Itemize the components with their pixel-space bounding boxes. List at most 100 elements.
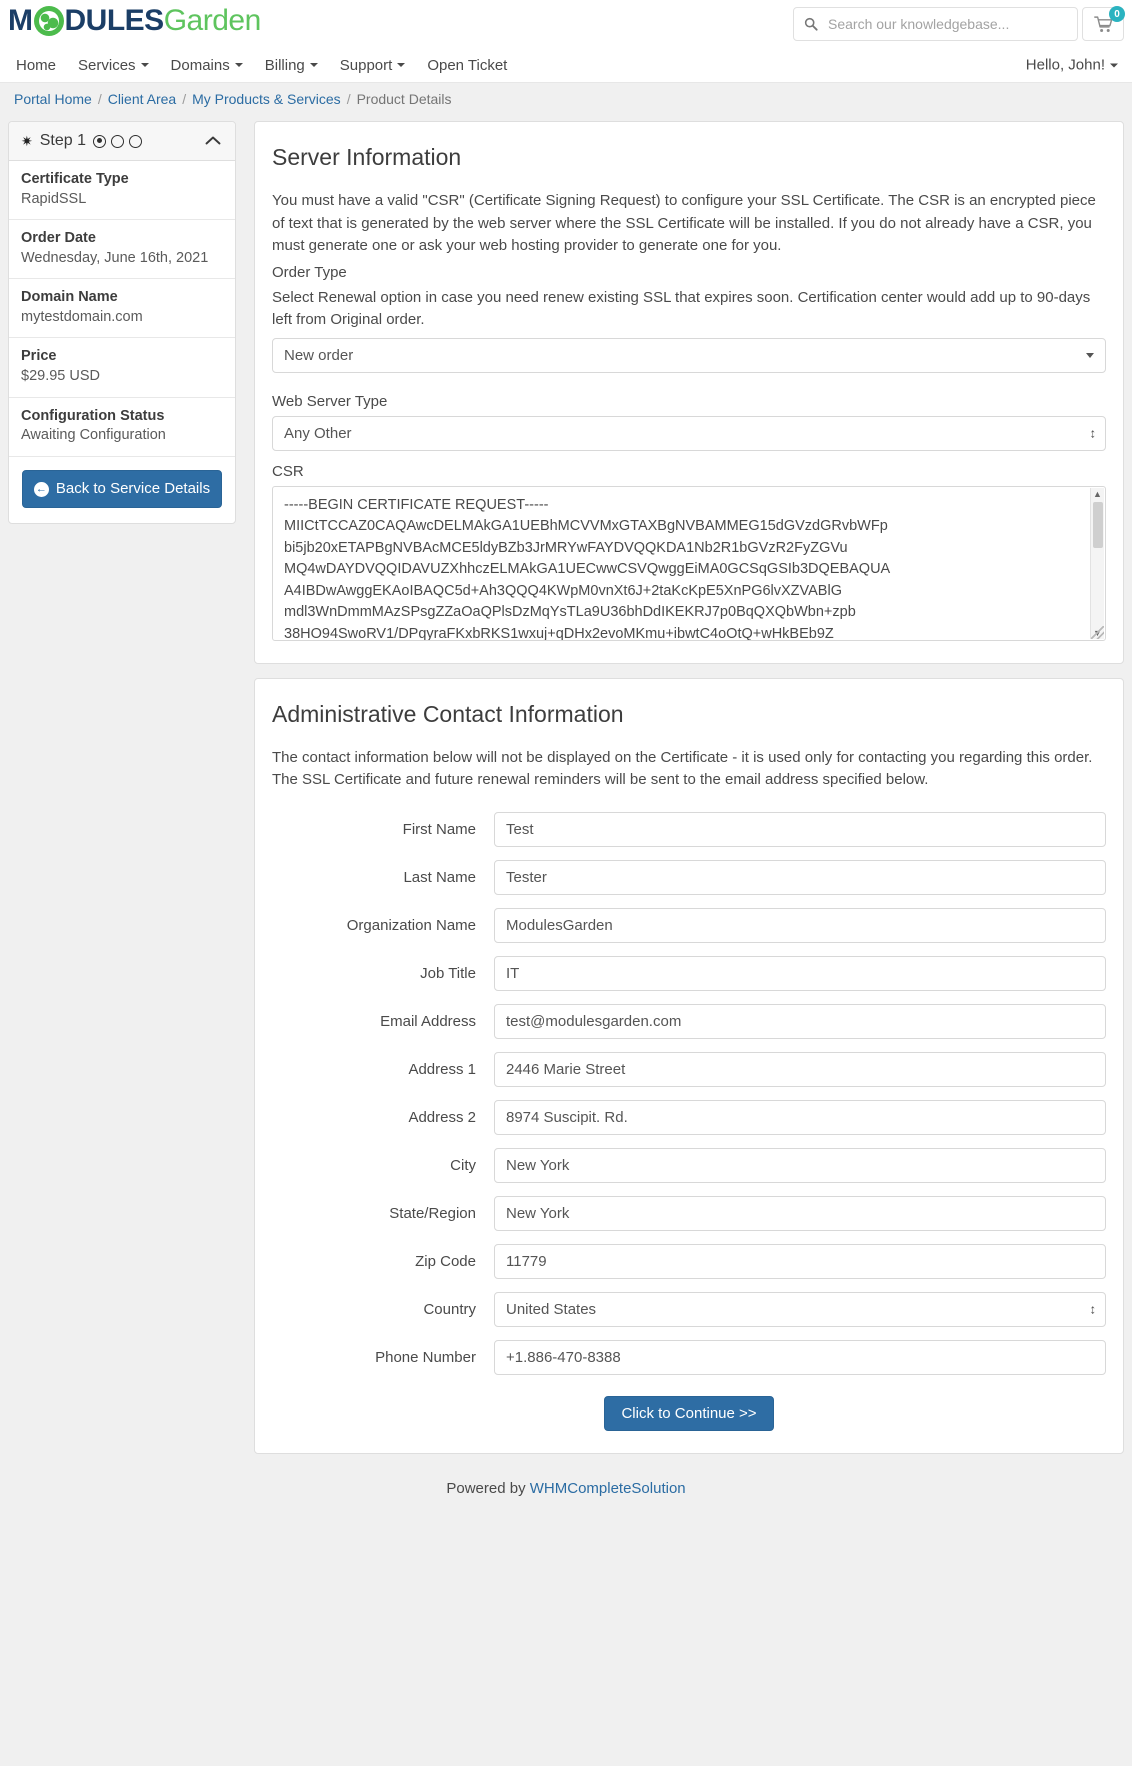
click-to-continue-button[interactable]: Click to Continue >> [604,1396,773,1431]
main-navigation: Home Services Domains Billing Support Op… [0,48,1132,83]
breadcrumb: Portal Home / Client Area / My Products … [0,83,1132,115]
search-input[interactable] [826,15,1077,33]
nav-label: Home [16,57,56,74]
nav-label: Open Ticket [427,57,507,74]
step-dot-3 [129,135,142,148]
label-state-region: State/Region [272,1205,494,1222]
logo-text-dules: DULES [65,4,164,38]
cart-count-badge: 0 [1109,6,1125,22]
label-zip-code: Zip Code [272,1253,494,1270]
phone-number-input[interactable] [494,1340,1106,1375]
account-greeting: Hello, John! [1026,57,1105,74]
logo-text-garden: Garden [164,4,261,38]
country-select[interactable]: United States [494,1292,1106,1327]
label-job-title: Job Title [272,965,494,982]
search-icon [804,17,818,31]
modulesgarden-logo[interactable]: MDULESGarden [8,4,261,38]
gear-icon: ✷ [21,134,33,148]
scrollbar-thumb[interactable] [1093,502,1103,548]
address-1-input[interactable] [494,1052,1106,1087]
globe-icon [34,6,64,36]
zip-code-input[interactable] [494,1244,1106,1279]
textarea-resize-handle[interactable] [1091,626,1104,639]
nav-item-services[interactable]: Services [78,57,149,74]
label-address-2: Address 2 [272,1109,494,1126]
web-server-type-select-wrapper: Any Other [272,416,1106,451]
state-region-input[interactable] [494,1196,1106,1231]
form-row-phone-number: Phone Number [272,1340,1106,1375]
nav-item-billing[interactable]: Billing [265,57,318,74]
chevron-down-icon [235,63,243,67]
step-dot-2 [111,135,124,148]
footer-whmcs-link[interactable]: WHMCompleteSolution [530,1480,686,1497]
form-row-country: Country United States [272,1292,1106,1327]
order-type-help-text: Select Renewal option in case you need r… [272,287,1106,332]
panel-header-step[interactable]: ✷ Step 1 [9,122,235,161]
country-select-wrapper: United States [494,1292,1106,1327]
form-row-address-1: Address 1 [272,1052,1106,1087]
order-type-select[interactable]: New order [272,338,1106,373]
order-type-select-wrapper: New order [272,338,1106,373]
back-to-service-details-button[interactable]: ← Back to Service Details [22,470,222,509]
label-email-address: Email Address [272,1013,494,1030]
web-server-type-label: Web Server Type [272,393,1106,410]
nav-item-support[interactable]: Support [340,57,406,74]
breadcrumb-current: Product Details [357,91,452,107]
first-name-input[interactable] [494,812,1106,847]
summary-value: mytestdomain.com [21,308,223,328]
page-footer: Powered by WHMCompleteSolution [0,1468,1132,1515]
summary-row-price: Price $29.95 USD [9,338,235,397]
nav-item-open-ticket[interactable]: Open Ticket [427,57,507,74]
step-dot-1 [93,135,106,148]
summary-value: Awaiting Configuration [21,426,223,446]
summary-label: Configuration Status [21,407,223,427]
job-title-input[interactable] [494,956,1106,991]
server-information-card: Server Information You must have a valid… [254,121,1124,664]
summary-value: $29.95 USD [21,367,223,387]
web-server-type-select[interactable]: Any Other [272,416,1106,451]
arrow-left-circle-icon: ← [34,482,49,497]
city-input[interactable] [494,1148,1106,1183]
csr-scrollbar[interactable]: ▲ ▼ [1090,488,1104,639]
csr-label: CSR [272,463,1106,480]
sidebar: ✷ Step 1 Certificate Type RapidSSL Order… [8,121,236,524]
form-row-first-name: First Name [272,812,1106,847]
form-row-city: City [272,1148,1106,1183]
summary-value: RapidSSL [21,190,223,210]
email-address-input[interactable] [494,1004,1106,1039]
last-name-input[interactable] [494,860,1106,895]
breadcrumb-separator: / [347,91,351,107]
main-content: Server Information You must have a valid… [254,121,1124,1468]
submit-row: Click to Continue >> [272,1396,1106,1431]
breadcrumb-client-area[interactable]: Client Area [108,91,176,107]
nav-label: Domains [171,57,230,74]
form-row-zip-code: Zip Code [272,1244,1106,1279]
chevron-up-icon[interactable] [205,133,221,150]
form-row-address-2: Address 2 [272,1100,1106,1135]
nav-item-domains[interactable]: Domains [171,57,243,74]
step-title: Step 1 [40,132,86,150]
label-phone-number: Phone Number [272,1349,494,1366]
administrative-contact-card: Administrative Contact Information The c… [254,678,1124,1454]
address-2-input[interactable] [494,1100,1106,1135]
shopping-cart-button[interactable]: 0 [1082,7,1124,41]
account-menu[interactable]: Hello, John! [1026,57,1118,74]
knowledgebase-search[interactable] [793,7,1078,41]
sidebar-footer: ← Back to Service Details [9,457,235,524]
breadcrumb-separator: / [182,91,186,107]
nav-item-home[interactable]: Home [16,57,56,74]
breadcrumb-portal-home[interactable]: Portal Home [14,91,92,107]
server-information-intro: You must have a valid "CSR" (Certificate… [272,190,1106,258]
breadcrumb-separator: / [98,91,102,107]
form-row-state-region: State/Region [272,1196,1106,1231]
csr-textarea[interactable]: -----BEGIN CERTIFICATE REQUEST----- MIIC… [272,486,1106,641]
breadcrumb-my-products-services[interactable]: My Products & Services [192,91,341,107]
order-type-label: Order Type [272,264,1106,281]
organization-name-input[interactable] [494,908,1106,943]
form-row-job-title: Job Title [272,956,1106,991]
summary-row-configuration-status: Configuration Status Awaiting Configurat… [9,398,235,457]
form-row-email-address: Email Address [272,1004,1106,1039]
chevron-down-icon [141,63,149,67]
scroll-up-icon[interactable]: ▲ [1093,488,1102,500]
page-body: ✷ Step 1 Certificate Type RapidSSL Order… [0,115,1132,1468]
